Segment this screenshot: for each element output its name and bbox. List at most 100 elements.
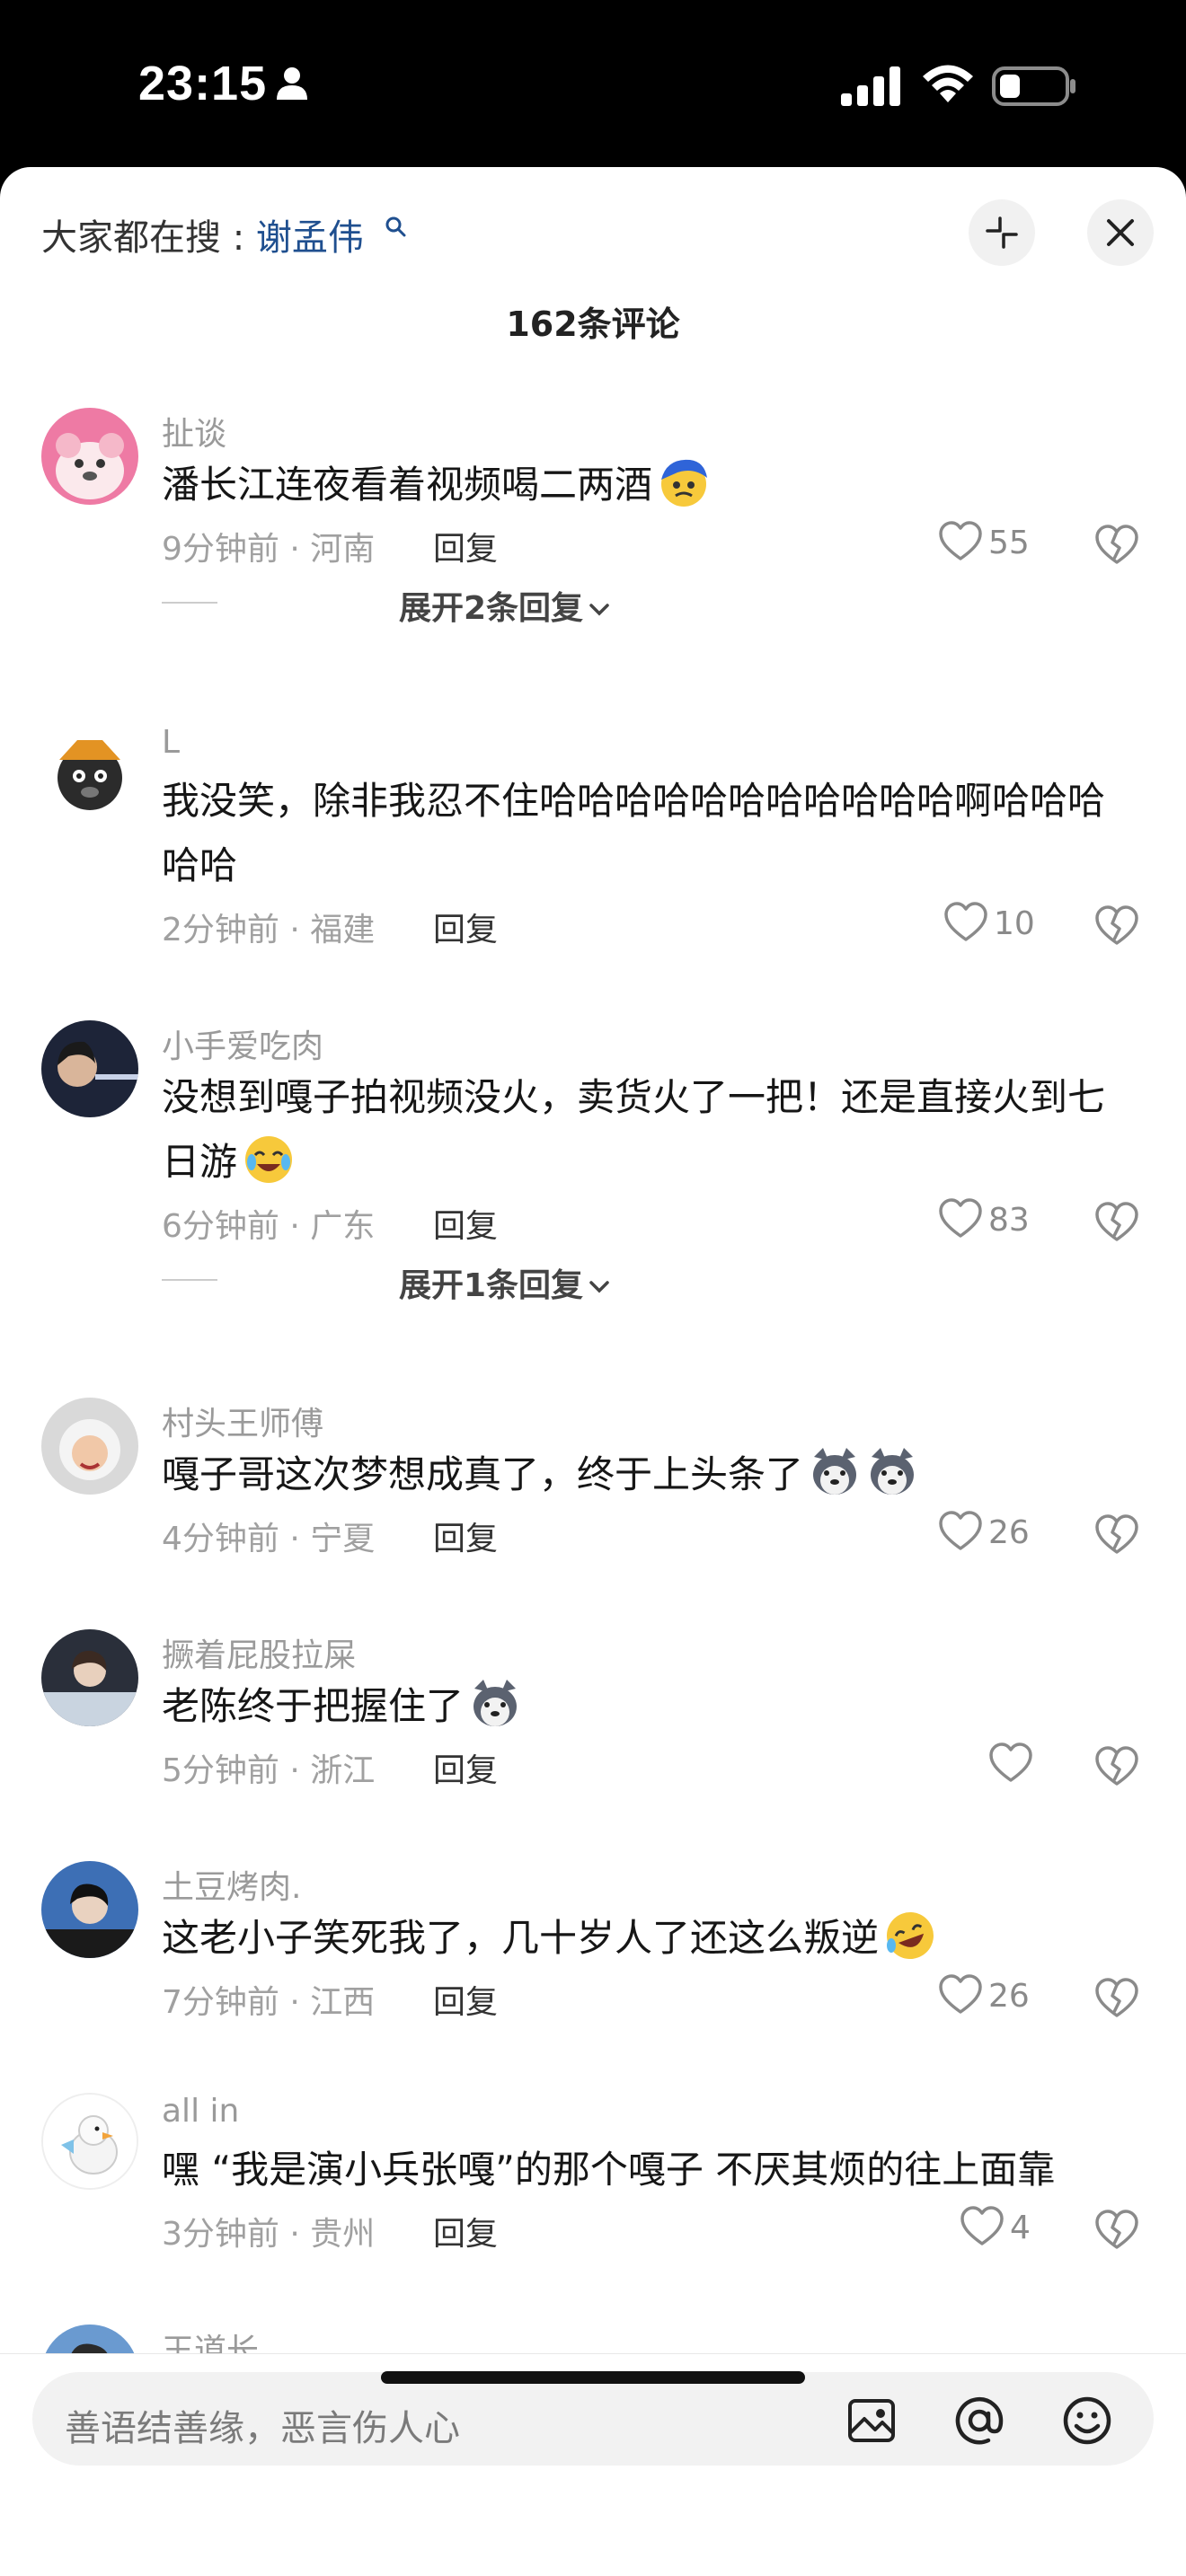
reply-button[interactable]: 回复 xyxy=(433,1513,498,1559)
avatar[interactable] xyxy=(41,1629,138,1726)
like-button[interactable]: 26 xyxy=(938,1511,1030,1552)
comment-username[interactable]: 村头王师傅 xyxy=(162,1398,323,1444)
comment-text: 我没笑，除非我忍不住哈哈哈哈哈哈哈哈哈哈哈啊哈哈哈哈哈 xyxy=(162,779,1106,887)
like-button[interactable] xyxy=(988,1742,1039,1784)
rofl-emoji-icon xyxy=(887,1912,934,1959)
avatar[interactable] xyxy=(41,408,138,505)
comment-item: 扯谈 潘长江连夜看着视频喝二两酒 9分钟前 · 河南 回复 55 展开2条回复 xyxy=(0,408,1186,704)
comment-text: 这老小子笑死我了，几十岁人了还这么叛逆 xyxy=(162,1906,1132,1971)
comment-meta: 4分钟前 · 宁夏 xyxy=(162,1521,376,1557)
at-icon[interactable] xyxy=(952,2394,1006,2448)
comment-text-content: 没想到嘎子拍视频没火，卖货火了一把！还是直接火到七日游 xyxy=(162,1075,1106,1184)
like-button[interactable]: 4 xyxy=(960,2206,1031,2247)
search-icon xyxy=(385,216,406,237)
broken-heart-icon[interactable] xyxy=(1094,1202,1139,1243)
broken-heart-icon[interactable] xyxy=(1094,1978,1139,2019)
comment-text-content: 这老小子笑死我了，几十岁人了还这么叛逆 xyxy=(162,1916,880,1960)
comment-username[interactable]: 土豆烤肉. xyxy=(162,1861,301,1908)
broken-heart-icon[interactable] xyxy=(1094,1514,1139,1556)
broken-heart-icon[interactable] xyxy=(1094,905,1139,947)
comment-username[interactable]: all in xyxy=(162,2093,239,2130)
broken-heart-icon[interactable] xyxy=(1094,525,1139,566)
avatar[interactable] xyxy=(41,724,138,821)
reply-button[interactable]: 回复 xyxy=(433,904,498,950)
comment-item: 小手爱吃肉 没想到嘎子拍视频没火，卖货火了一把！还是直接火到七日游 6分钟前 ·… xyxy=(0,1020,1186,1344)
like-count: 4 xyxy=(1010,2210,1031,2246)
person-icon xyxy=(277,67,307,100)
reply-button[interactable]: 回复 xyxy=(433,523,498,569)
comment-meta: 7分钟前 · 江西 xyxy=(162,1984,376,2021)
expand-label: 展开2条回复 xyxy=(399,582,610,629)
like-button[interactable]: 83 xyxy=(938,1198,1030,1239)
comments-sheet: 大家都在搜 : 谢孟伟 162条评论 扯谈 潘长江连夜看着视频喝二两酒 9分钟前… xyxy=(0,167,1186,2576)
like-button[interactable]: 10 xyxy=(943,902,1035,943)
avatar[interactable] xyxy=(41,1020,138,1117)
status-bar: 23:15 xyxy=(0,0,1186,167)
avatar[interactable] xyxy=(41,2093,138,2190)
comment-input-placeholder: 善语结善缘，恶言伤人心 xyxy=(65,2408,460,2449)
comment-count: 162条评论 xyxy=(506,304,680,344)
image-icon[interactable] xyxy=(845,2394,898,2448)
comment-username[interactable]: 撅着屁股拉屎 xyxy=(162,1629,356,1676)
collapse-button[interactable] xyxy=(969,199,1035,266)
like-count: 83 xyxy=(988,1202,1030,1239)
hot-search-keyword[interactable]: 谢孟伟 xyxy=(256,217,364,259)
comment-text: 老陈终于把握住了 xyxy=(162,1674,1132,1739)
like-count: 26 xyxy=(988,1978,1030,2015)
like-count: 26 xyxy=(988,1514,1030,1551)
signal-icon xyxy=(841,66,900,106)
reply-button[interactable]: 回复 xyxy=(433,2208,498,2254)
comment-item: 土豆烤肉. 这老小子笑死我了，几十岁人了还这么叛逆 7分钟前 · 江西 回复 2… xyxy=(0,1861,1186,2068)
cry-emoji-icon xyxy=(661,459,708,507)
comment-text: 嘎子哥这次梦想成真了，终于上头条了 xyxy=(162,1442,1132,1507)
chevron-down-icon xyxy=(589,604,609,616)
comment-username[interactable]: 小手爱吃肉 xyxy=(162,1020,323,1067)
like-button[interactable]: 26 xyxy=(938,1974,1030,2016)
husky-emoji-icon xyxy=(474,1680,518,1726)
comment-item: all in 嘿 “我是演小兵张嘎”的那个嘎子 不厌其烦的往上面靠 3分钟前 ·… xyxy=(0,2093,1186,2299)
home-indicator[interactable] xyxy=(381,2371,805,2384)
avatar[interactable] xyxy=(41,1398,138,1495)
avatar[interactable] xyxy=(41,1861,138,1958)
hot-search[interactable]: 大家都在搜 : 谢孟伟 xyxy=(41,208,364,260)
comment-meta: 6分钟前 · 广东 xyxy=(162,1208,376,1245)
emoji-icon[interactable] xyxy=(1060,2394,1114,2448)
comment-item: 撅着屁股拉屎 老陈终于把握住了 5分钟前 · 浙江 回复 xyxy=(0,1629,1186,1836)
heart-icon xyxy=(939,1511,982,1550)
heart-icon xyxy=(989,1742,1032,1782)
comment-username[interactable]: L xyxy=(162,724,180,761)
comment-item: L 我没笑，除非我忍不住哈哈哈哈哈哈哈哈哈哈哈啊哈哈哈哈哈 2分钟前 · 福建 … xyxy=(0,724,1186,993)
comment-text-content: 老陈终于把握住了 xyxy=(162,1684,465,1728)
comment-text: 潘长江连夜看着视频喝二两酒 xyxy=(162,453,1132,517)
comment-input[interactable]: 善语结善缘，恶言伤人心 xyxy=(32,2372,1154,2466)
like-button[interactable]: 55 xyxy=(938,521,1030,562)
heart-icon xyxy=(939,521,982,560)
comment-text-content: 潘长江连夜看着视频喝二两酒 xyxy=(162,463,653,507)
comment-username[interactable]: 扯谈 xyxy=(162,408,226,454)
reply-button[interactable]: 回复 xyxy=(433,1200,498,1247)
heart-icon xyxy=(939,1198,982,1238)
expand-text: 展开2条回复 xyxy=(399,590,584,627)
expand-divider xyxy=(162,1279,217,1281)
collapse-icon xyxy=(986,216,1018,249)
expand-divider xyxy=(162,602,217,604)
close-button[interactable] xyxy=(1087,199,1154,266)
comment-meta: 2分钟前 · 福建 xyxy=(162,912,376,948)
comment-meta: 9分钟前 · 河南 xyxy=(162,531,376,568)
hot-search-prefix: 大家都在搜 : xyxy=(41,217,256,259)
heart-icon xyxy=(960,2206,1004,2245)
chevron-down-icon xyxy=(589,1281,609,1293)
like-count: 55 xyxy=(988,525,1030,561)
husky-emoji-icon xyxy=(871,1448,915,1495)
expand-label: 展开1条回复 xyxy=(399,1259,610,1306)
broken-heart-icon[interactable] xyxy=(1094,1746,1139,1787)
reply-button[interactable]: 回复 xyxy=(433,1744,498,1791)
broken-heart-icon[interactable] xyxy=(1094,2210,1139,2251)
close-icon xyxy=(1107,219,1134,246)
laugh-cry-emoji-icon xyxy=(245,1136,293,1183)
like-count: 10 xyxy=(994,905,1035,942)
comment-item: 村头王师傅 嘎子哥这次梦想成真了，终于上头条了 4分钟前 · 宁夏 回复 26 xyxy=(0,1398,1186,1604)
reply-button[interactable]: 回复 xyxy=(433,1976,498,2023)
battery-icon xyxy=(992,66,1075,106)
heart-icon xyxy=(944,902,987,941)
